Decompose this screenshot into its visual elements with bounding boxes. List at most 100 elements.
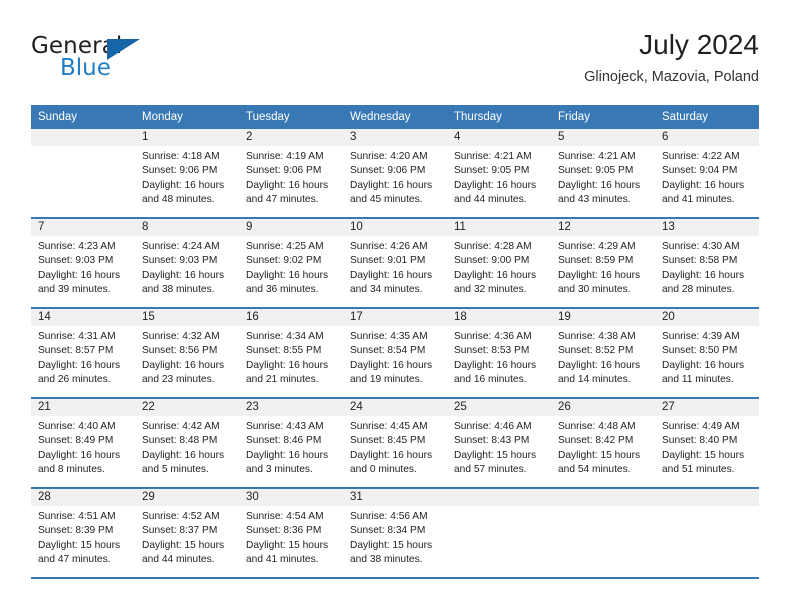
calendar-day-cell[interactable]: 14 Sunrise: 4:31 AM Sunset: 8:57 PM Dayligh… — [31, 309, 135, 397]
calendar-day-cell-empty — [655, 489, 759, 577]
daylight-text: Daylight: 15 hours — [454, 449, 537, 461]
calendar-day-cell[interactable]: 21 Sunrise: 4:40 AM Sunset: 8:49 PM Dayligh… — [31, 399, 135, 487]
daylight-text: Daylight: 16 hours — [350, 269, 433, 281]
sunrise-text: Sunrise: 4:52 AM — [142, 511, 220, 522]
day-details: Sunrise: 4:42 AM Sunset: 8:48 PM Daylight:… — [135, 416, 239, 478]
daylight-text: Daylight: 16 hours — [662, 359, 745, 371]
weekday-header-row: Sunday Monday Tuesday Wednesday Thursday… — [31, 105, 759, 129]
daylight-text-cont: and 44 minutes. — [142, 554, 215, 566]
day-number: 9 — [239, 219, 343, 236]
day-number: 23 — [239, 399, 343, 416]
daylight-text-cont: and 19 minutes. — [350, 374, 423, 386]
sunrise-text: Sunrise: 4:35 AM — [350, 331, 428, 342]
calendar-day-cell[interactable]: 26 Sunrise: 4:48 AM Sunset: 8:42 PM Dayligh… — [551, 399, 655, 487]
day-details: Sunrise: 4:23 AM Sunset: 9:03 PM Daylight:… — [31, 236, 135, 298]
calendar-day-cell[interactable]: 27 Sunrise: 4:49 AM Sunset: 8:40 PM Dayligh… — [655, 399, 759, 487]
day-details: Sunrise: 4:56 AM Sunset: 8:34 PM Daylight:… — [343, 506, 447, 568]
general-blue-logo[interactable]: General Blue — [31, 33, 231, 89]
daylight-text: Daylight: 16 hours — [454, 269, 537, 281]
calendar-day-cell[interactable]: 2 Sunrise: 4:19 AM Sunset: 9:06 PM Daylight… — [239, 129, 343, 217]
day-number: 10 — [343, 219, 447, 236]
day-number: 14 — [31, 309, 135, 326]
calendar-grid: Sunday Monday Tuesday Wednesday Thursday… — [31, 105, 759, 579]
calendar-day-cell[interactable]: 23 Sunrise: 4:43 AM Sunset: 8:46 PM Dayligh… — [239, 399, 343, 487]
calendar-day-cell[interactable]: 7 Sunrise: 4:23 AM Sunset: 9:03 PM Daylight… — [31, 219, 135, 307]
daylight-text-cont: and 30 minutes. — [558, 284, 631, 296]
day-details: Sunrise: 4:28 AM Sunset: 9:00 PM Daylight:… — [447, 236, 551, 298]
daylight-text: Daylight: 16 hours — [38, 359, 121, 371]
calendar-day-cell[interactable]: 5 Sunrise: 4:21 AM Sunset: 9:05 PM Daylight… — [551, 129, 655, 217]
daylight-text-cont: and 43 minutes. — [558, 194, 631, 206]
day-details: Sunrise: 4:20 AM Sunset: 9:06 PM Daylight:… — [343, 146, 447, 208]
daylight-text-cont: and 28 minutes. — [662, 284, 735, 296]
sunset-text: Sunset: 9:01 PM — [350, 255, 426, 267]
daylight-text: Daylight: 16 hours — [246, 359, 329, 371]
calendar-day-cell[interactable]: 11 Sunrise: 4:28 AM Sunset: 9:00 PM Dayligh… — [447, 219, 551, 307]
day-details — [31, 146, 135, 150]
weekday-header-sunday: Sunday — [38, 111, 78, 123]
day-number: 29 — [135, 489, 239, 506]
calendar-day-cell[interactable]: 8 Sunrise: 4:24 AM Sunset: 9:03 PM Daylight… — [135, 219, 239, 307]
calendar-day-cell[interactable]: 4 Sunrise: 4:21 AM Sunset: 9:05 PM Daylight… — [447, 129, 551, 217]
calendar-day-cell[interactable]: 20 Sunrise: 4:39 AM Sunset: 8:50 PM Dayligh… — [655, 309, 759, 397]
calendar-day-cell[interactable]: 29 Sunrise: 4:52 AM Sunset: 8:37 PM Dayligh… — [135, 489, 239, 577]
day-number: 26 — [551, 399, 655, 416]
calendar-day-cell[interactable]: 15 Sunrise: 4:32 AM Sunset: 8:56 PM Dayligh… — [135, 309, 239, 397]
day-number: 11 — [447, 219, 551, 236]
sunrise-text: Sunrise: 4:30 AM — [662, 241, 740, 252]
calendar-day-cell[interactable]: 16 Sunrise: 4:34 AM Sunset: 8:55 PM Dayligh… — [239, 309, 343, 397]
day-number: 27 — [655, 399, 759, 416]
day-number: 19 — [551, 309, 655, 326]
day-number — [447, 489, 551, 506]
sunset-text: Sunset: 8:54 PM — [350, 345, 426, 357]
calendar-day-cell-empty — [447, 489, 551, 577]
daylight-text-cont: and 0 minutes. — [350, 464, 417, 476]
daylight-text-cont: and 39 minutes. — [38, 284, 111, 296]
day-number: 16 — [239, 309, 343, 326]
daylight-text-cont: and 8 minutes. — [38, 464, 105, 476]
triangle-icon — [107, 39, 140, 60]
calendar-day-cell[interactable]: 1 Sunrise: 4:18 AM Sunset: 9:06 PM Daylight… — [135, 129, 239, 217]
sunrise-text: Sunrise: 4:39 AM — [662, 331, 740, 342]
calendar-day-cell[interactable]: 10 Sunrise: 4:26 AM Sunset: 9:01 PM Dayligh… — [343, 219, 447, 307]
calendar-day-cell-empty — [551, 489, 655, 577]
sunset-text: Sunset: 8:57 PM — [38, 345, 114, 357]
daylight-text: Daylight: 16 hours — [350, 359, 433, 371]
calendar-day-cell[interactable]: 3 Sunrise: 4:20 AM Sunset: 9:06 PM Daylight… — [343, 129, 447, 217]
daylight-text: Daylight: 15 hours — [142, 539, 225, 551]
calendar-day-cell[interactable]: 24 Sunrise: 4:45 AM Sunset: 8:45 PM Dayligh… — [343, 399, 447, 487]
calendar-day-cell[interactable]: 9 Sunrise: 4:25 AM Sunset: 9:02 PM Daylight… — [239, 219, 343, 307]
calendar-day-cell[interactable]: 22 Sunrise: 4:42 AM Sunset: 8:48 PM Dayligh… — [135, 399, 239, 487]
sunset-text: Sunset: 9:03 PM — [38, 255, 114, 267]
daylight-text-cont: and 47 minutes. — [38, 554, 111, 566]
calendar-day-cell[interactable]: 30 Sunrise: 4:54 AM Sunset: 8:36 PM Dayligh… — [239, 489, 343, 577]
daylight-text-cont: and 48 minutes. — [142, 194, 215, 206]
day-details: Sunrise: 4:21 AM Sunset: 9:05 PM Daylight:… — [447, 146, 551, 208]
day-number — [551, 489, 655, 506]
daylight-text: Daylight: 16 hours — [558, 359, 641, 371]
sunrise-text: Sunrise: 4:20 AM — [350, 151, 428, 162]
calendar-day-cell[interactable]: 18 Sunrise: 4:36 AM Sunset: 8:53 PM Dayligh… — [447, 309, 551, 397]
day-details — [655, 506, 759, 510]
weekday-header-saturday: Saturday — [662, 111, 709, 123]
calendar-day-cell[interactable]: 28 Sunrise: 4:51 AM Sunset: 8:39 PM Dayligh… — [31, 489, 135, 577]
calendar-day-cell[interactable]: 19 Sunrise: 4:38 AM Sunset: 8:52 PM Dayligh… — [551, 309, 655, 397]
daylight-text-cont: and 54 minutes. — [558, 464, 631, 476]
calendar-week-row: 1 Sunrise: 4:18 AM Sunset: 9:06 PM Daylight… — [31, 129, 759, 217]
sunset-text: Sunset: 9:04 PM — [662, 165, 738, 177]
sunrise-text: Sunrise: 4:46 AM — [454, 421, 532, 432]
calendar-day-cell[interactable]: 31 Sunrise: 4:56 AM Sunset: 8:34 PM Dayligh… — [343, 489, 447, 577]
sunset-text: Sunset: 8:39 PM — [38, 525, 114, 537]
daylight-text: Daylight: 16 hours — [350, 449, 433, 461]
calendar-day-cell[interactable]: 13 Sunrise: 4:30 AM Sunset: 8:58 PM Dayligh… — [655, 219, 759, 307]
calendar-day-cell[interactable]: 12 Sunrise: 4:29 AM Sunset: 8:59 PM Dayligh… — [551, 219, 655, 307]
calendar-day-cell[interactable]: 25 Sunrise: 4:46 AM Sunset: 8:43 PM Dayligh… — [447, 399, 551, 487]
daylight-text-cont: and 23 minutes. — [142, 374, 215, 386]
calendar-day-cell[interactable]: 17 Sunrise: 4:35 AM Sunset: 8:54 PM Dayligh… — [343, 309, 447, 397]
day-number: 21 — [31, 399, 135, 416]
sunset-text: Sunset: 8:42 PM — [558, 435, 634, 447]
calendar-day-cell[interactable]: 6 Sunrise: 4:22 AM Sunset: 9:04 PM Daylight… — [655, 129, 759, 217]
day-number: 25 — [447, 399, 551, 416]
calendar-weeks: 1 Sunrise: 4:18 AM Sunset: 9:06 PM Daylight… — [31, 129, 759, 577]
day-number: 17 — [343, 309, 447, 326]
